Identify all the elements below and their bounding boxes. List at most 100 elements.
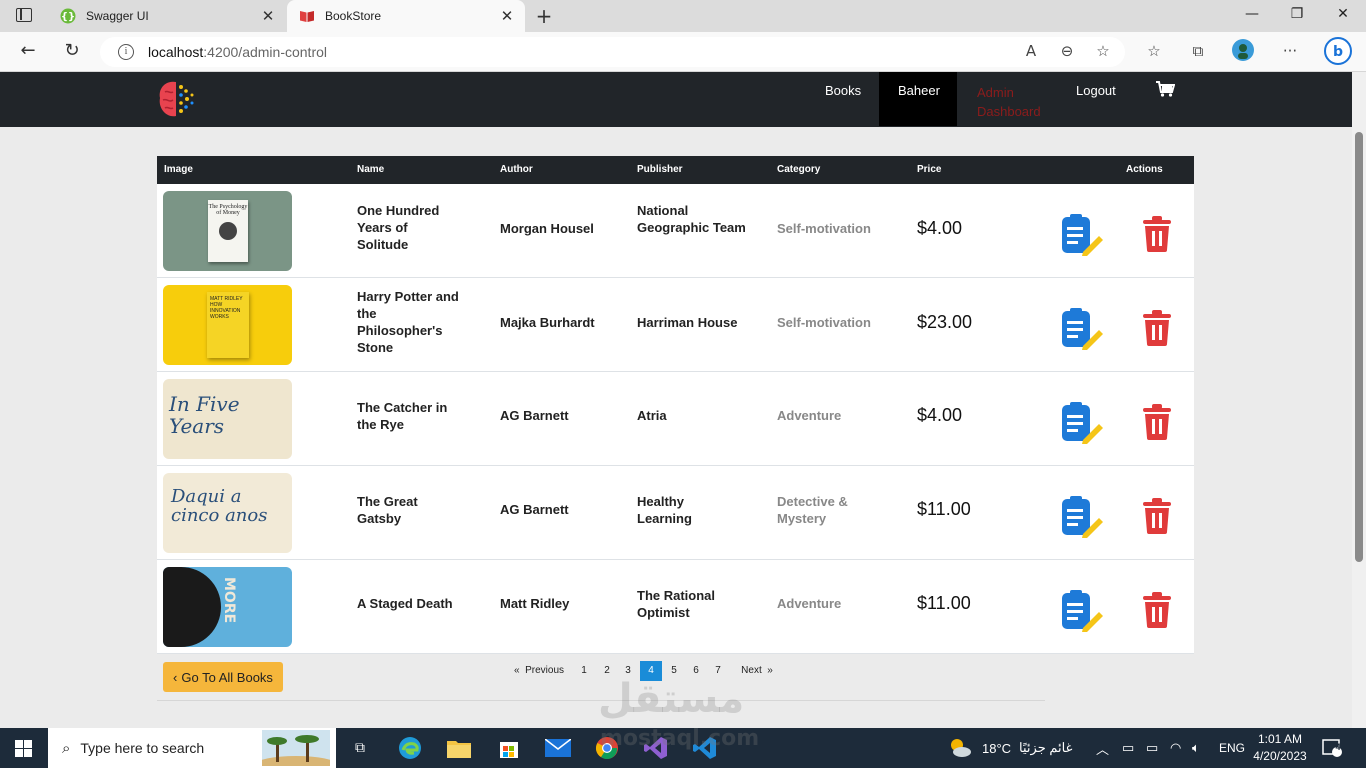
book-cover-image: In Five Years bbox=[163, 379, 292, 459]
refresh-icon[interactable]: ↻ bbox=[60, 40, 84, 61]
svg-text:{}: {} bbox=[61, 12, 75, 23]
header-author: Author bbox=[500, 164, 533, 175]
edit-icon[interactable] bbox=[1061, 214, 1105, 256]
nav-admin-line2: Dashboard bbox=[977, 104, 1041, 119]
book-publisher: National Geographic Team bbox=[637, 203, 746, 235]
book-price: $4.00 bbox=[917, 405, 963, 425]
table-header: Image Name Author Publisher Category Pri… bbox=[157, 156, 1194, 184]
bing-icon[interactable]: b bbox=[1324, 37, 1352, 69]
header-publisher: Publisher bbox=[637, 164, 683, 175]
cover-title: In Five Years bbox=[169, 392, 240, 438]
cover-title: Daqui a cinco anos bbox=[171, 486, 268, 526]
notification-count: 4 bbox=[1335, 742, 1341, 752]
read-aloud-icon[interactable]: A bbox=[1020, 42, 1042, 60]
show-hidden-icons[interactable]: ︿ bbox=[1096, 728, 1109, 768]
zoom-icon[interactable]: ⊖ bbox=[1056, 42, 1078, 60]
battery-icon[interactable]: ▭ bbox=[1146, 728, 1158, 768]
notifications-icon[interactable]: 4 bbox=[1322, 728, 1342, 768]
delete-icon[interactable] bbox=[1141, 592, 1173, 628]
book-name: A Staged Death bbox=[357, 596, 453, 611]
clock-time: 1:01 AM bbox=[1257, 732, 1303, 746]
url-text[interactable]: localhost:4200/admin-control bbox=[148, 44, 327, 60]
book-category: Self-motivation bbox=[777, 221, 871, 236]
book-category: Adventure bbox=[777, 408, 842, 423]
go-to-all-books-button[interactable]: ‹ Go To All Books bbox=[163, 662, 283, 692]
info-icon[interactable]: i bbox=[118, 44, 134, 60]
nav-logout-link[interactable]: Logout bbox=[1076, 83, 1116, 98]
edit-icon[interactable] bbox=[1061, 402, 1105, 444]
edit-icon[interactable] bbox=[1061, 590, 1105, 632]
task-view-icon[interactable]: ⧉ bbox=[346, 734, 374, 762]
book-cover-image: MATT RIDLEY HOW INNOVATION WORKS bbox=[163, 285, 292, 365]
cover-title: MATT RIDLEY HOW INNOVATION WORKS bbox=[210, 296, 243, 320]
book-publisher: Harriman House bbox=[637, 315, 738, 330]
profile-avatar[interactable] bbox=[1232, 39, 1254, 65]
book-publisher: Atria bbox=[637, 408, 667, 423]
new-tab-icon[interactable]: + bbox=[534, 4, 554, 28]
svg-text:b: b bbox=[1333, 44, 1343, 60]
address-bar[interactable]: i localhost:4200/admin-control bbox=[100, 37, 1125, 67]
book-category: Adventure bbox=[777, 596, 842, 611]
previous-label: Previous bbox=[525, 665, 565, 676]
brain-logo-icon[interactable] bbox=[156, 78, 198, 120]
scrollbar-thumb[interactable] bbox=[1355, 132, 1363, 562]
edit-icon[interactable] bbox=[1061, 496, 1105, 538]
weather-desc: غائم جزئيًا bbox=[1019, 740, 1073, 755]
windows-start-icon[interactable] bbox=[15, 740, 32, 757]
page-link-1[interactable]: 1 bbox=[577, 661, 591, 681]
clock-date: 4/20/2023 bbox=[1253, 749, 1307, 763]
weather-partly-cloudy-icon bbox=[951, 739, 971, 757]
store-icon[interactable] bbox=[495, 734, 523, 762]
more-icon[interactable]: ··· bbox=[1279, 42, 1301, 60]
browser-tab-strip: {} Swagger UI ✕ BookStore ✕ + — ❐ ✕ bbox=[0, 0, 1366, 32]
search-placeholder: Type here to search bbox=[80, 740, 205, 756]
cover-title: MORE bbox=[221, 577, 237, 624]
language-indicator[interactable]: ENG bbox=[1219, 728, 1245, 768]
site-navbar bbox=[0, 72, 1352, 127]
wifi-icon[interactable]: ◠ bbox=[1170, 728, 1181, 768]
add-favorite-icon[interactable]: ☆ bbox=[1092, 42, 1114, 60]
weather-widget[interactable]: 18°C غائم جزئيًا bbox=[948, 728, 1072, 768]
delete-icon[interactable] bbox=[1141, 498, 1173, 534]
book-author: Majka Burhardt bbox=[500, 315, 595, 330]
nav-books-link[interactable]: Books bbox=[825, 83, 861, 98]
swagger-icon: {} bbox=[60, 8, 76, 24]
book-publisher: Healthy Learning bbox=[637, 494, 692, 526]
delete-icon[interactable] bbox=[1141, 404, 1173, 440]
tab-swagger[interactable]: {} Swagger UI ✕ bbox=[48, 0, 286, 32]
edge-taskbar-icon[interactable] bbox=[396, 734, 424, 762]
search-icon: ⌕ bbox=[62, 739, 71, 757]
meet-now-icon[interactable]: ▭ bbox=[1122, 728, 1134, 768]
cart-icon[interactable] bbox=[1155, 80, 1175, 98]
page-scrollbar[interactable] bbox=[1352, 72, 1366, 728]
back-arrow-icon[interactable]: ← bbox=[16, 40, 40, 61]
mail-icon[interactable] bbox=[544, 734, 572, 762]
close-icon[interactable]: ✕ bbox=[260, 7, 276, 25]
volume-icon[interactable]: 🔈︎ bbox=[1192, 728, 1200, 768]
watermark-arabic: مستقل bbox=[598, 676, 745, 722]
tab-actions-icon[interactable] bbox=[16, 8, 32, 22]
tab-bookstore[interactable]: BookStore ✕ bbox=[287, 0, 525, 32]
book-cover-image: MORE bbox=[163, 567, 292, 647]
book-price: $11.00 bbox=[917, 593, 971, 613]
nav-admin-dashboard-link[interactable]: Admin Dashboard bbox=[977, 83, 1041, 121]
file-explorer-icon[interactable] bbox=[445, 734, 473, 762]
favorites-icon[interactable]: ☆ bbox=[1143, 42, 1165, 60]
restore-icon[interactable]: ❐ bbox=[1287, 6, 1307, 22]
watermark-latin: mostaql.com bbox=[600, 726, 760, 751]
nav-user-link[interactable]: Baheer bbox=[879, 72, 957, 126]
book-category: Self-motivation bbox=[777, 315, 871, 330]
delete-icon[interactable] bbox=[1141, 216, 1173, 252]
taskbar-search-box[interactable]: ⌕ Type here to search bbox=[48, 728, 336, 768]
table-row: Daqui a cinco anos The Great Gatsby AG B… bbox=[157, 466, 1194, 560]
collections-icon[interactable]: ⧉ bbox=[1187, 42, 1209, 60]
close-icon[interactable]: ✕ bbox=[499, 7, 515, 25]
book-author: Morgan Housel bbox=[500, 221, 594, 236]
edit-icon[interactable] bbox=[1061, 308, 1105, 350]
delete-icon[interactable] bbox=[1141, 310, 1173, 346]
taskbar-clock[interactable]: 1:01 AM 4/20/2023 bbox=[1250, 731, 1310, 765]
minimize-icon[interactable]: — bbox=[1242, 6, 1262, 22]
pagination-previous[interactable]: « Previous bbox=[509, 661, 569, 681]
window-close-icon[interactable]: ✕ bbox=[1333, 6, 1353, 22]
table-row: The Psychology of Money One Hundred Year… bbox=[157, 184, 1194, 278]
